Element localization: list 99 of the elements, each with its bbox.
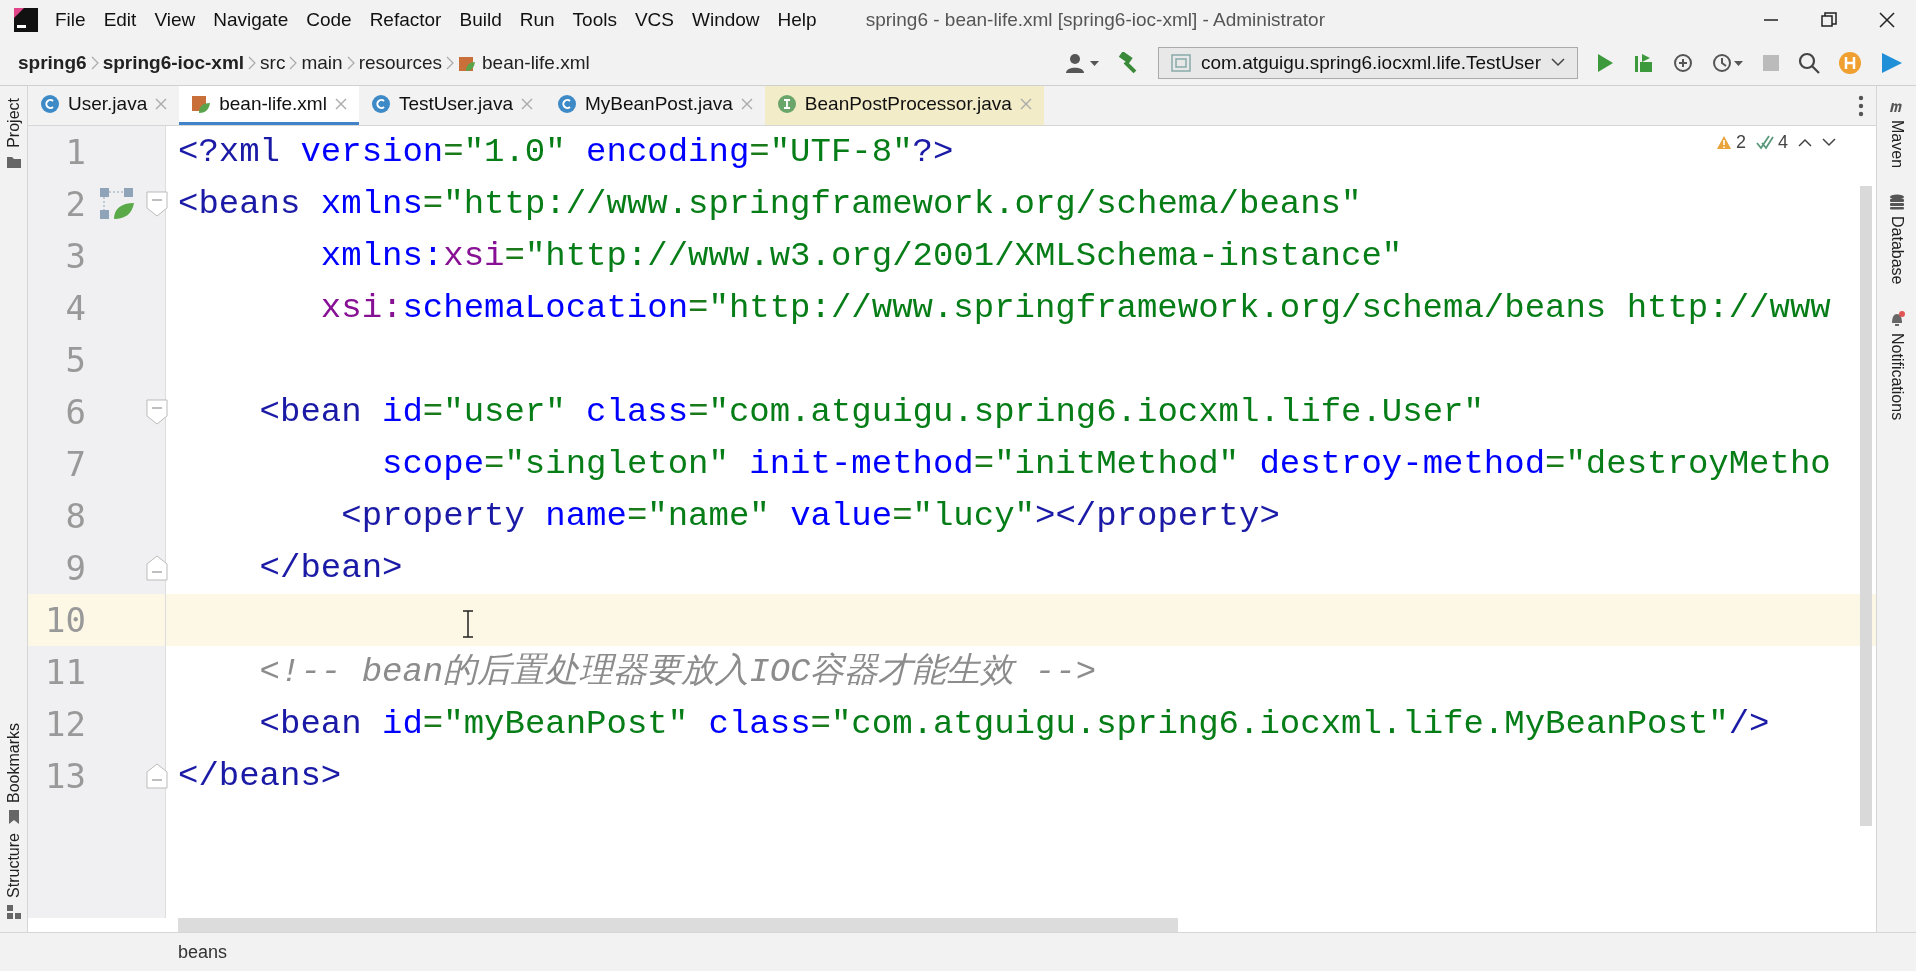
horizontal-scrollbar[interactable] [178,918,1178,932]
breadcrumb-item[interactable]: spring6-ioc-xml [98,51,249,74]
menu-item[interactable]: VCS [625,5,683,35]
weak-warnings-indicator[interactable]: 4 [1756,132,1788,153]
structure-icon [5,904,22,920]
chevron-down-icon [1551,58,1565,67]
chevron-icon [248,55,257,70]
database-icon [1888,194,1905,211]
xml-file-icon [191,94,212,114]
menu-item[interactable]: Code [297,5,361,35]
editor-tab[interactable]: TestUser.java [358,86,545,125]
tool-window-button[interactable]: Maven [1877,94,1916,173]
breadcrumb-item[interactable]: src [256,51,290,74]
stop-icon[interactable] [1762,53,1780,72]
previous-highlight-icon[interactable] [1798,138,1812,147]
menu-item[interactable]: Refactor [360,5,451,35]
editor-tab[interactable]: BeanPostProcessor.java [764,86,1044,125]
breadcrumb-item[interactable]: bean-life.xml [454,51,594,74]
restore-icon[interactable] [1821,12,1837,28]
close-tab-icon[interactable] [1019,98,1032,110]
menu-item[interactable]: Window [683,5,769,35]
close-icon[interactable] [1879,12,1895,28]
menu-item[interactable]: Tools [563,5,626,35]
search-icon[interactable] [1798,51,1820,74]
spring-bean-icon[interactable] [100,188,134,220]
next-highlight-icon[interactable] [1822,138,1836,147]
menu-item[interactable]: Run [510,5,564,35]
menu-item[interactable]: Navigate [204,5,298,35]
line-number: 2 [64,184,86,224]
line-number: 1 [64,132,86,172]
line-number: 3 [64,236,86,276]
fold-marker-icon[interactable] [146,191,168,217]
editor-tab[interactable]: MyBeanPost.java [544,86,765,125]
menu-item[interactable]: Help [768,5,826,35]
more-options-icon[interactable] [1858,94,1864,117]
breadcrumb-item[interactable]: main [297,51,347,74]
chevron-icon [346,55,355,70]
line-number: 6 [64,392,86,432]
breadcrumb-item[interactable]: resources [354,51,447,74]
code-line: xsi:schemaLocation="http://www.springframework.org/schema/beans http://www [319,288,1831,329]
fold-marker-icon[interactable] [146,763,168,789]
menu-item[interactable]: Build [450,5,511,35]
menu-item[interactable]: View [145,5,205,35]
application-icon [1170,53,1191,72]
menu-item[interactable]: Edit [94,5,146,35]
code-line: <!-- bean的后置处理器要放入IOC容器才能生效 --> [258,651,1097,693]
vertical-scrollbar[interactable] [1860,186,1872,826]
editor-tab[interactable]: User.java [28,86,180,125]
chevron-icon [90,55,99,70]
close-tab-icon[interactable] [740,98,753,110]
line-number: 13 [44,756,86,796]
code-line: </bean> [258,548,403,589]
line-number: 9 [64,548,86,588]
user-dropdown-icon[interactable] [1065,52,1100,73]
code-line: </beans> [178,756,342,797]
class-file-icon [556,94,577,114]
tool-window-button[interactable]: Structure [0,829,27,924]
fold-marker-icon[interactable] [146,399,168,425]
line-number: 12 [44,704,86,744]
code-line: <?xml version="1.0" encoding="UTF-8"?> [178,132,954,173]
debug-icon[interactable] [1632,51,1654,74]
profiler-dropdown-icon[interactable] [1712,51,1744,74]
interface-file-icon [776,94,797,114]
class-file-icon [370,94,391,114]
run-icon[interactable] [1596,52,1614,73]
window-title: spring6 - bean-life.xml [spring6-ioc-xml] - Administrator [865,9,1326,31]
warnings-indicator[interactable]: 2 [1715,132,1746,153]
tool-window-button[interactable]: Database [1877,190,1916,289]
code-line: <bean id="myBeanPost" class="com.atguigu.spring6.iocxml.life.MyBeanPost"/> [258,704,1770,745]
close-tab-icon[interactable] [520,98,533,110]
chevron-icon [446,55,455,70]
code-line: <bean id="user" class="com.atguigu.spring6.iocxml.life.User" [258,392,1484,433]
close-tab-icon[interactable] [334,98,347,110]
line-number: 8 [64,496,86,536]
line-number: 10 [44,600,86,640]
tool-window-button[interactable]: Notifications [1877,306,1916,424]
code-line: scope="singleton" init-method="initMethod" destroy-method="destroyMetho [381,444,1831,485]
tool-window-button[interactable]: Project [0,94,27,174]
line-number: 5 [64,340,86,380]
status-breadcrumb[interactable]: beans [178,941,228,963]
tool-window-button[interactable]: Bookmarks [0,719,27,830]
line-number: 11 [44,652,86,692]
code-line: <property name="name" value="lucy"></property> [340,496,1280,537]
code-line: <beans xmlns="http://www.springframework.org/schema/beans" [178,184,1362,225]
code-line: xmlns:xsi="http://www.w3.org/2001/XMLSchema-instance" [319,236,1403,277]
double-check-icon [1756,135,1774,150]
close-tab-icon[interactable] [155,98,168,110]
run-configuration-dropdown[interactable]: com.atguigu.spring6.iocxml.life.TestUser [1157,46,1578,79]
text-cursor-icon [462,610,474,638]
app-logo-icon[interactable] [14,8,38,32]
chevron-icon [289,55,298,70]
editor-tab[interactable]: bean-life.xml [179,86,359,125]
coverage-icon[interactable] [1672,51,1694,74]
breadcrumb-item[interactable]: spring6 [14,51,91,74]
line-number: 7 [64,444,86,484]
line-number: 4 [64,288,86,328]
fold-marker-icon[interactable] [146,555,168,581]
class-file-icon [40,94,60,114]
menu-item[interactable]: File [46,5,95,35]
